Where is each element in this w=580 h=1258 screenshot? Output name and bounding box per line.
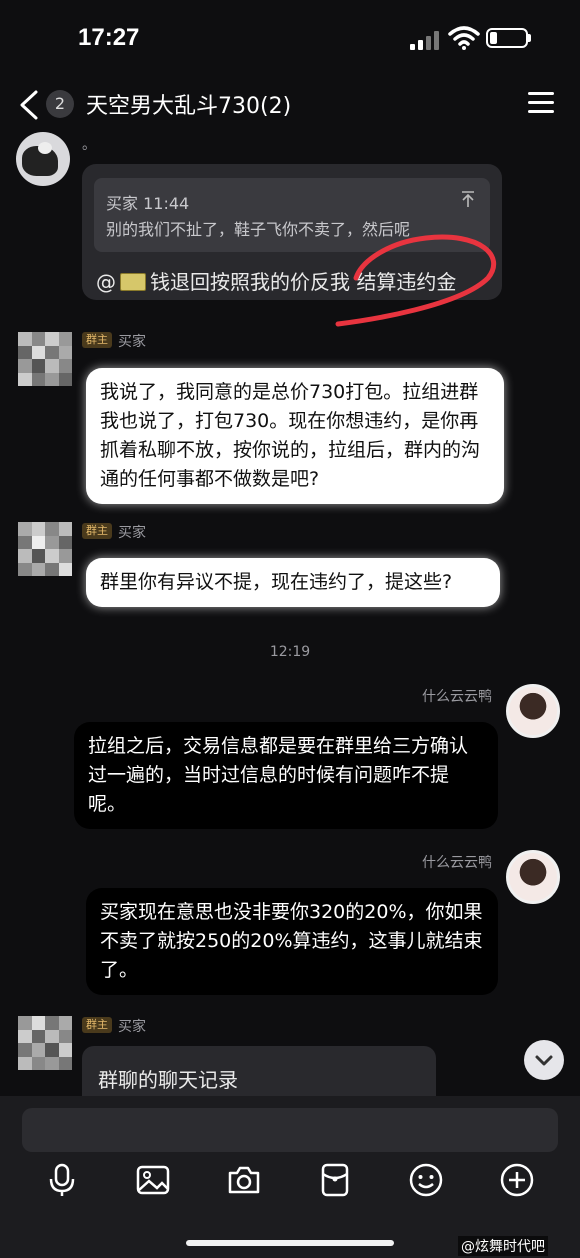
camera-icon[interactable]: [226, 1162, 262, 1198]
red-packet-icon[interactable]: [317, 1162, 353, 1198]
sender-name: 什么云云鸭: [422, 855, 492, 871]
mention-prefix: @: [96, 270, 116, 294]
battery-icon: [486, 28, 528, 48]
message-bubble[interactable]: 买家现在意思也没非要你320的20%，你如果不卖了就按250的20%算违约，这事…: [86, 888, 498, 995]
role-badge: 群主: [82, 332, 112, 348]
unread-badge[interactable]: 2: [46, 90, 74, 118]
status-bar: 17:27: [0, 0, 580, 80]
sender-name: 买家: [118, 1019, 146, 1035]
quote-sender: 买家 11:44: [106, 194, 190, 213]
sender-name: 买家: [118, 334, 146, 350]
sender-name: 买家: [118, 525, 146, 541]
status-time: 17:27: [78, 24, 140, 51]
message-input[interactable]: [22, 1108, 558, 1152]
message-bubble[interactable]: 我说了，我同意的是总价730打包。拉组进群我也说了，打包730。现在你想违约，是…: [86, 368, 504, 504]
avatar[interactable]: [18, 332, 72, 386]
chat-header: 2 天空男大乱斗730(2): [0, 80, 580, 130]
back-icon[interactable]: [16, 88, 44, 122]
input-area: @炫舞时代吧: [0, 1096, 580, 1258]
message-bubble[interactable]: 群里你有异议不提，现在违约了，提这些?: [86, 558, 500, 607]
time-divider: 12:19: [269, 644, 311, 660]
annotation-circle: [335, 234, 497, 327]
watermark: @炫舞时代吧: [458, 1236, 548, 1256]
message-bubble[interactable]: 拉组之后，交易信息都是要在群里给三方确认过一遍的，当时过信息的时候有问题咋不提呢…: [74, 722, 498, 829]
emoji-icon[interactable]: [408, 1162, 444, 1198]
menu-icon[interactable]: [528, 92, 554, 114]
signal-icon: [410, 30, 442, 50]
avatar[interactable]: [18, 522, 72, 576]
image-icon[interactable]: [135, 1162, 171, 1198]
battery-tip: [528, 34, 531, 42]
avatar[interactable]: [18, 1016, 72, 1070]
sender-name: 什么云云鸭: [422, 689, 492, 705]
plus-icon[interactable]: [499, 1162, 535, 1198]
avatar[interactable]: [16, 132, 70, 186]
role-badge: 群主: [82, 523, 112, 539]
microphone-icon[interactable]: [44, 1162, 80, 1198]
avatar[interactable]: [506, 850, 560, 904]
home-indicator[interactable]: [186, 1240, 394, 1246]
scroll-down-button[interactable]: [524, 1040, 564, 1080]
money-icon: [120, 272, 146, 291]
avatar[interactable]: [506, 684, 560, 738]
jump-to-message-icon[interactable]: [460, 190, 476, 208]
sender-text: 。: [82, 137, 96, 153]
role-badge: 群主: [82, 1017, 112, 1033]
wifi-icon: [448, 26, 480, 50]
chat-title[interactable]: 天空男大乱斗730(2): [86, 88, 291, 120]
chevron-down-icon: [535, 1055, 553, 1066]
